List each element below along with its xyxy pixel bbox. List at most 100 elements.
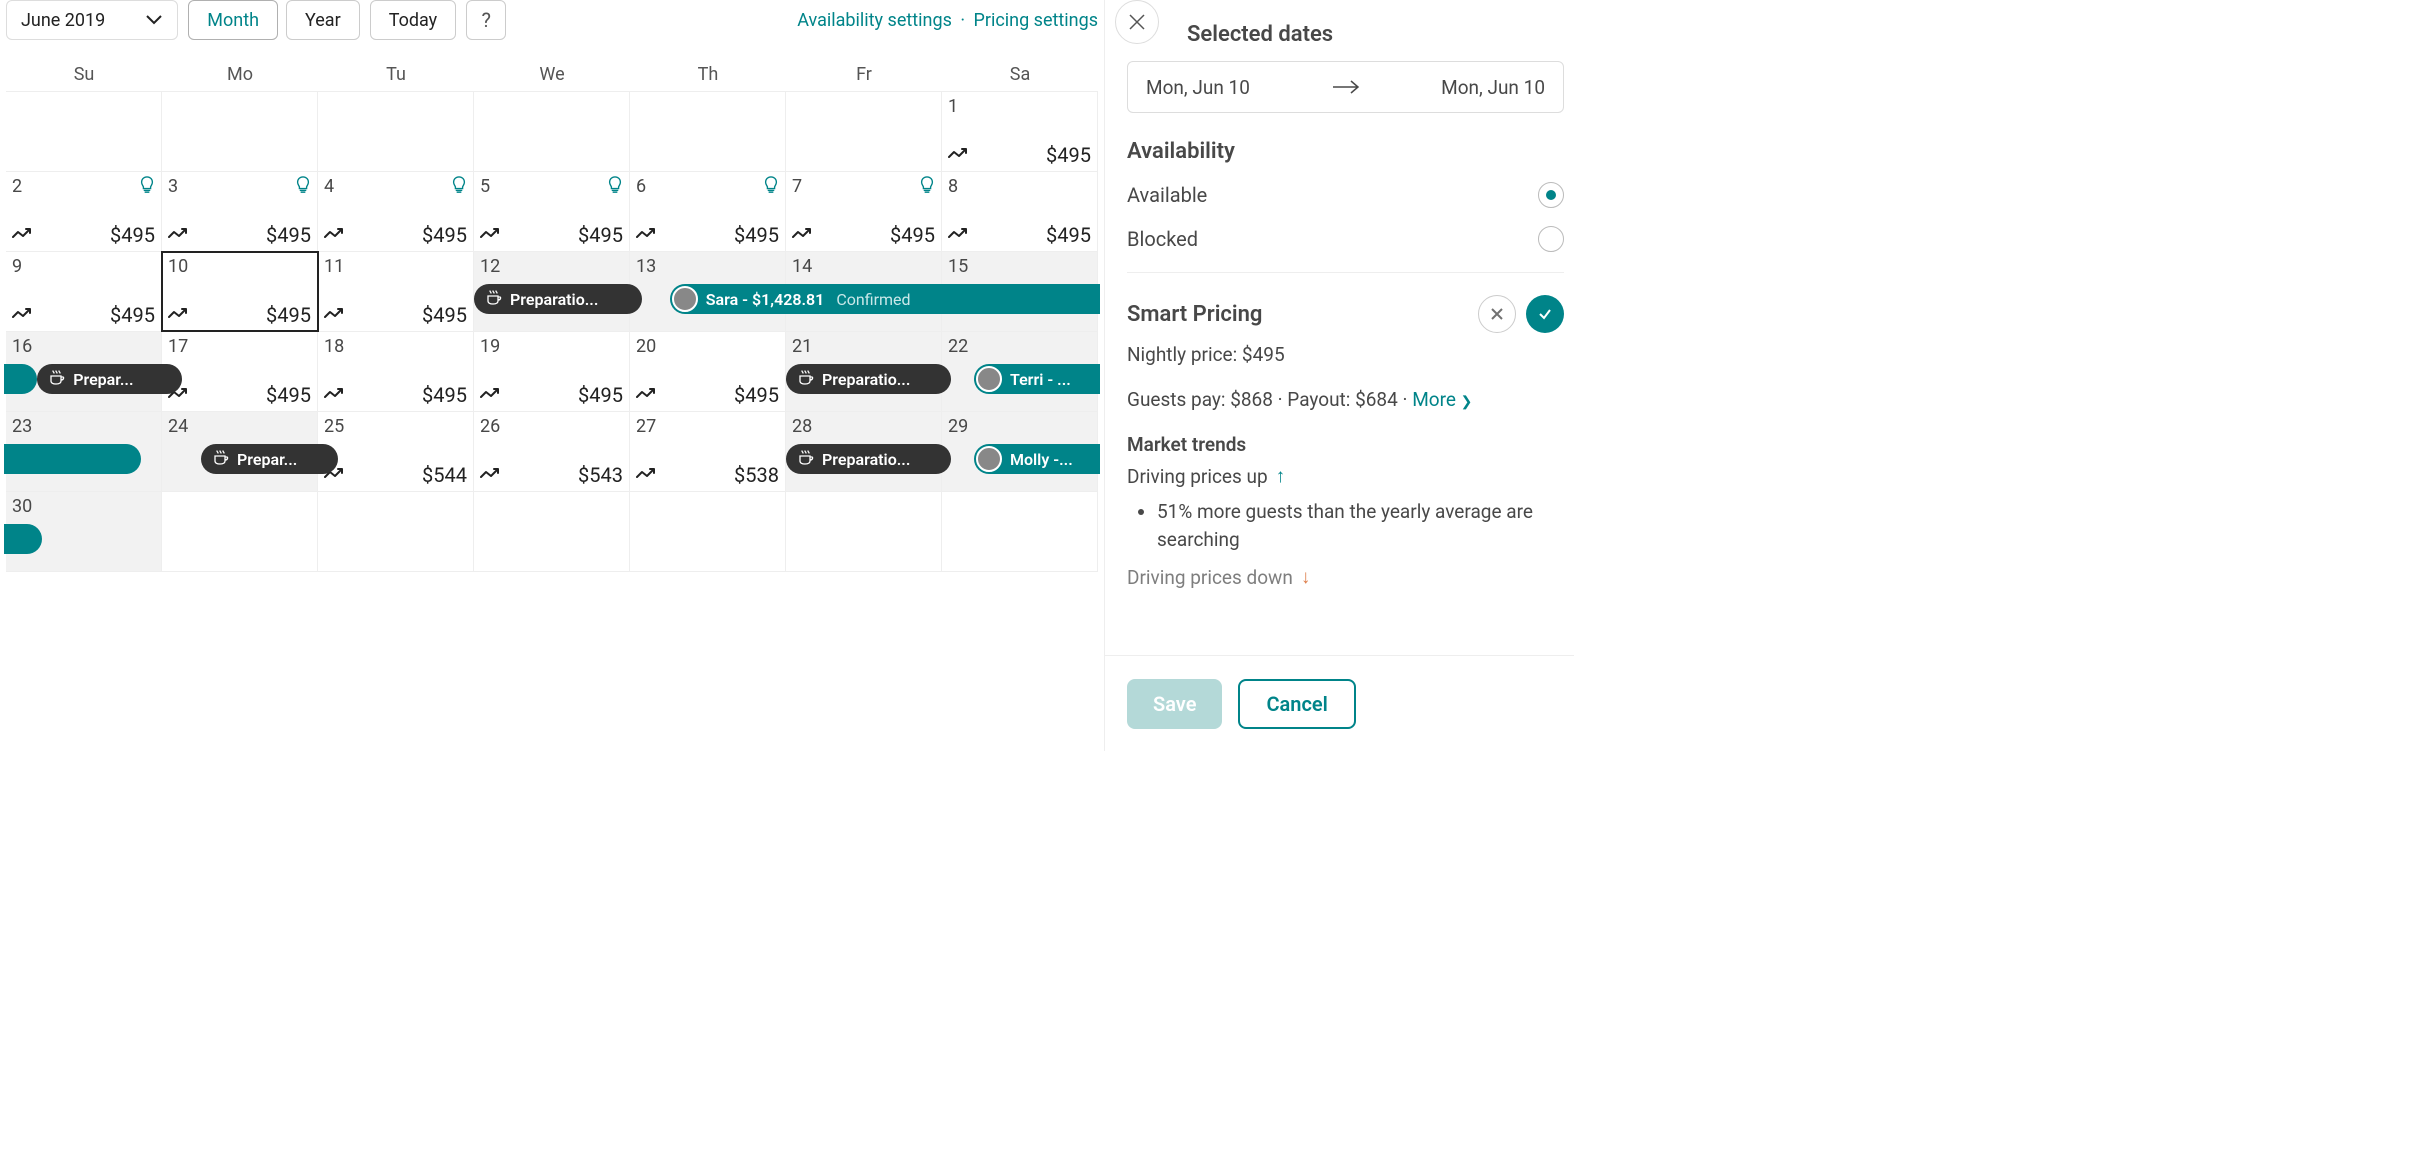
preparation-event[interactable]: Preparatio... [786, 364, 951, 394]
dow-tu: Tu [318, 64, 474, 91]
lightbulb-icon [607, 176, 623, 198]
calendar-cell[interactable]: 19$495 [474, 332, 630, 411]
calendar-cell[interactable]: 10$495 [162, 252, 318, 331]
cell-price: $495 [1046, 143, 1091, 167]
day-number: 16 [12, 336, 155, 357]
preparation-event[interactable]: Prepar... [201, 444, 338, 474]
day-number: 13 [636, 256, 779, 277]
booking-continuation[interactable] [4, 444, 141, 474]
booking-status: Confirmed [836, 290, 910, 309]
calendar-grid: 1$4952$4953$4954$4955$4956$4957$4958$495… [6, 92, 1098, 572]
calendar-cell[interactable]: 6$495 [630, 172, 786, 251]
calendar-cell[interactable]: 7$495 [786, 172, 942, 251]
event-label: Preparatio... [822, 450, 910, 469]
arrow-right-icon [1332, 76, 1360, 99]
help-button[interactable]: ? [466, 0, 506, 40]
calendar-cell[interactable]: 18$495 [318, 332, 474, 411]
day-number: 14 [792, 256, 935, 277]
available-option[interactable]: Available [1127, 182, 1564, 208]
calendar-cell[interactable] [786, 92, 942, 171]
calendar-cell[interactable]: 17$495 [162, 332, 318, 411]
day-number: 26 [480, 416, 623, 437]
avatar-icon [976, 446, 1002, 472]
calendar-cell[interactable] [318, 92, 474, 171]
trend-icon [168, 306, 190, 325]
calendar-week: 9$49510$49511$49512131415Preparatio...Sa… [6, 252, 1098, 332]
booking-continuation[interactable] [4, 364, 37, 394]
x-icon [1490, 307, 1504, 321]
pricing-settings-link[interactable]: Pricing settings [974, 10, 1098, 31]
cell-price: $495 [578, 223, 623, 247]
availability-settings-link[interactable]: Availability settings [797, 10, 952, 31]
day-number: 23 [12, 416, 155, 437]
calendar-cell[interactable] [474, 492, 630, 571]
booking-event[interactable]: Terri - ... [974, 364, 1100, 394]
calendar-cell[interactable] [162, 492, 318, 571]
radio-on-icon [1538, 182, 1564, 208]
calendar-cell[interactable] [630, 92, 786, 171]
calendar-cell[interactable] [318, 492, 474, 571]
driving-up-line: Driving prices up ↑ [1127, 464, 1564, 488]
trend-icon [324, 386, 346, 405]
calendar-cell[interactable]: 11$495 [318, 252, 474, 331]
more-link[interactable]: More [1412, 388, 1456, 411]
day-number: 11 [324, 256, 467, 277]
trend-icon [948, 146, 970, 165]
trend-bullets: 51% more guests than the yearly average … [1157, 498, 1564, 553]
view-month-button[interactable]: Month [188, 0, 278, 40]
view-year-button[interactable]: Year [286, 0, 360, 40]
calendar-cell[interactable]: 3$495 [162, 172, 318, 251]
cell-price: $495 [734, 223, 779, 247]
day-number: 18 [324, 336, 467, 357]
smart-pricing-on-button[interactable] [1526, 295, 1564, 333]
trend-icon [480, 386, 502, 405]
calendar-cell[interactable]: 27$538 [630, 412, 786, 491]
calendar-cell[interactable]: 4$495 [318, 172, 474, 251]
trend-icon [12, 306, 34, 325]
calendar-cell[interactable] [942, 492, 1098, 571]
cancel-button[interactable]: Cancel [1238, 679, 1355, 729]
day-number: 29 [948, 416, 1091, 437]
day-number: 20 [636, 336, 779, 357]
today-button[interactable]: Today [370, 0, 456, 40]
date-range-input[interactable]: Mon, Jun 10 Mon, Jun 10 [1127, 61, 1564, 113]
calendar-week: 30 [6, 492, 1098, 572]
day-number: 27 [636, 416, 779, 437]
calendar-cell[interactable] [630, 492, 786, 571]
calendar-cell[interactable]: 9$495 [6, 252, 162, 331]
save-button[interactable]: Save [1127, 679, 1222, 729]
day-number: 8 [948, 176, 1091, 197]
calendar-cell[interactable]: 25$544 [318, 412, 474, 491]
calendar-cell[interactable]: 2$495 [6, 172, 162, 251]
close-button[interactable] [1115, 0, 1159, 44]
calendar-cell[interactable] [786, 492, 942, 571]
trend-icon [480, 466, 502, 485]
trend-icon [480, 226, 502, 245]
calendar-cell[interactable]: 5$495 [474, 172, 630, 251]
calendar-cell[interactable]: 8$495 [942, 172, 1098, 251]
booking-event[interactable]: Molly -... [974, 444, 1100, 474]
calendar-cell[interactable] [474, 92, 630, 171]
preparation-event[interactable]: Prepar... [37, 364, 182, 394]
preparation-event[interactable]: Preparatio... [474, 284, 642, 314]
month-picker[interactable]: June 2019 [6, 0, 178, 40]
booking-event[interactable]: Sara - $1,428.81Confirmed [670, 284, 1100, 314]
calendar-cell[interactable] [6, 92, 162, 171]
nightly-price-text: Nightly price: $495 [1127, 343, 1564, 366]
calendar-cell[interactable]: 20$495 [630, 332, 786, 411]
guest-payout-line: Guests pay: $868 · Payout: $684 · More ❯ [1127, 388, 1564, 411]
dow-mo: Mo [162, 64, 318, 91]
trend-bullet: 51% more guests than the yearly average … [1157, 498, 1564, 553]
day-number: 7 [792, 176, 935, 197]
blocked-option[interactable]: Blocked [1127, 226, 1564, 252]
calendar-week: 1$495 [6, 92, 1098, 172]
event-label: Prepar... [73, 370, 133, 389]
calendar-cell[interactable]: 1$495 [942, 92, 1098, 171]
preparation-event[interactable]: Preparatio... [786, 444, 951, 474]
smart-pricing-off-button[interactable] [1478, 295, 1516, 333]
trend-icon [168, 226, 190, 245]
calendar-cell[interactable] [162, 92, 318, 171]
calendar-cell[interactable]: 26$543 [474, 412, 630, 491]
trend-icon [324, 306, 346, 325]
booking-continuation[interactable] [4, 524, 42, 554]
